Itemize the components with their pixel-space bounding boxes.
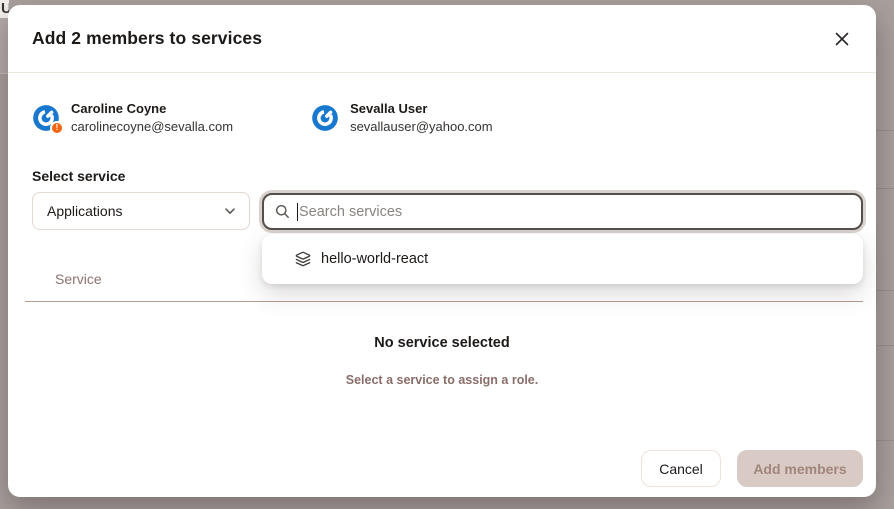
table-divider — [25, 301, 863, 302]
search-result-item[interactable]: hello-world-react — [262, 234, 863, 284]
cancel-button[interactable]: Cancel — [641, 450, 721, 487]
modal-title: Add 2 members to services — [32, 28, 262, 49]
avatar: ! — [32, 104, 60, 132]
empty-state: No service selected Select a service to … — [8, 335, 876, 387]
chevron-down-icon — [223, 204, 237, 218]
member-info: Caroline Coyne carolinecoyne@sevalla.com — [71, 101, 233, 134]
empty-state-title: No service selected — [8, 335, 876, 351]
search-services-box[interactable] — [262, 193, 863, 230]
add-members-modal: Add 2 members to services ! Caroline Coy… — [8, 5, 876, 497]
member-info: Sevalla User sevallauser@yahoo.com — [350, 101, 493, 134]
add-members-button[interactable]: Add members — [737, 450, 863, 487]
modal-header: Add 2 members to services — [8, 5, 876, 73]
text-cursor — [297, 203, 298, 221]
stack-icon — [295, 251, 311, 267]
empty-state-subtitle: Select a service to assign a role. — [8, 373, 876, 387]
modal-footer: Cancel Add members — [641, 450, 863, 487]
avatar — [311, 104, 339, 132]
member-name: Sevalla User — [350, 101, 493, 116]
select-service-label: Select service — [32, 168, 125, 184]
member-email: carolinecoyne@sevalla.com — [71, 119, 233, 134]
member-email: sevallauser@yahoo.com — [350, 119, 493, 134]
service-type-selected-value: Applications — [47, 203, 123, 219]
service-type-dropdown[interactable]: Applications — [32, 192, 250, 230]
sevalla-logo-icon — [311, 104, 339, 132]
search-result-label: hello-world-react — [321, 251, 428, 267]
member-item: ! Caroline Coyne carolinecoyne@sevalla.c… — [32, 101, 233, 134]
search-results-dropdown: hello-world-react — [262, 234, 863, 284]
member-list: ! Caroline Coyne carolinecoyne@sevalla.c… — [32, 101, 493, 134]
warning-badge: ! — [50, 121, 64, 135]
member-name: Caroline Coyne — [71, 101, 233, 116]
search-icon — [275, 204, 290, 219]
search-services-input[interactable] — [299, 204, 851, 220]
member-item: Sevalla User sevallauser@yahoo.com — [311, 101, 493, 134]
close-button[interactable] — [828, 25, 856, 53]
close-icon — [835, 32, 849, 46]
service-column-header: Service — [55, 271, 102, 287]
background-right-sliver — [876, 0, 894, 509]
